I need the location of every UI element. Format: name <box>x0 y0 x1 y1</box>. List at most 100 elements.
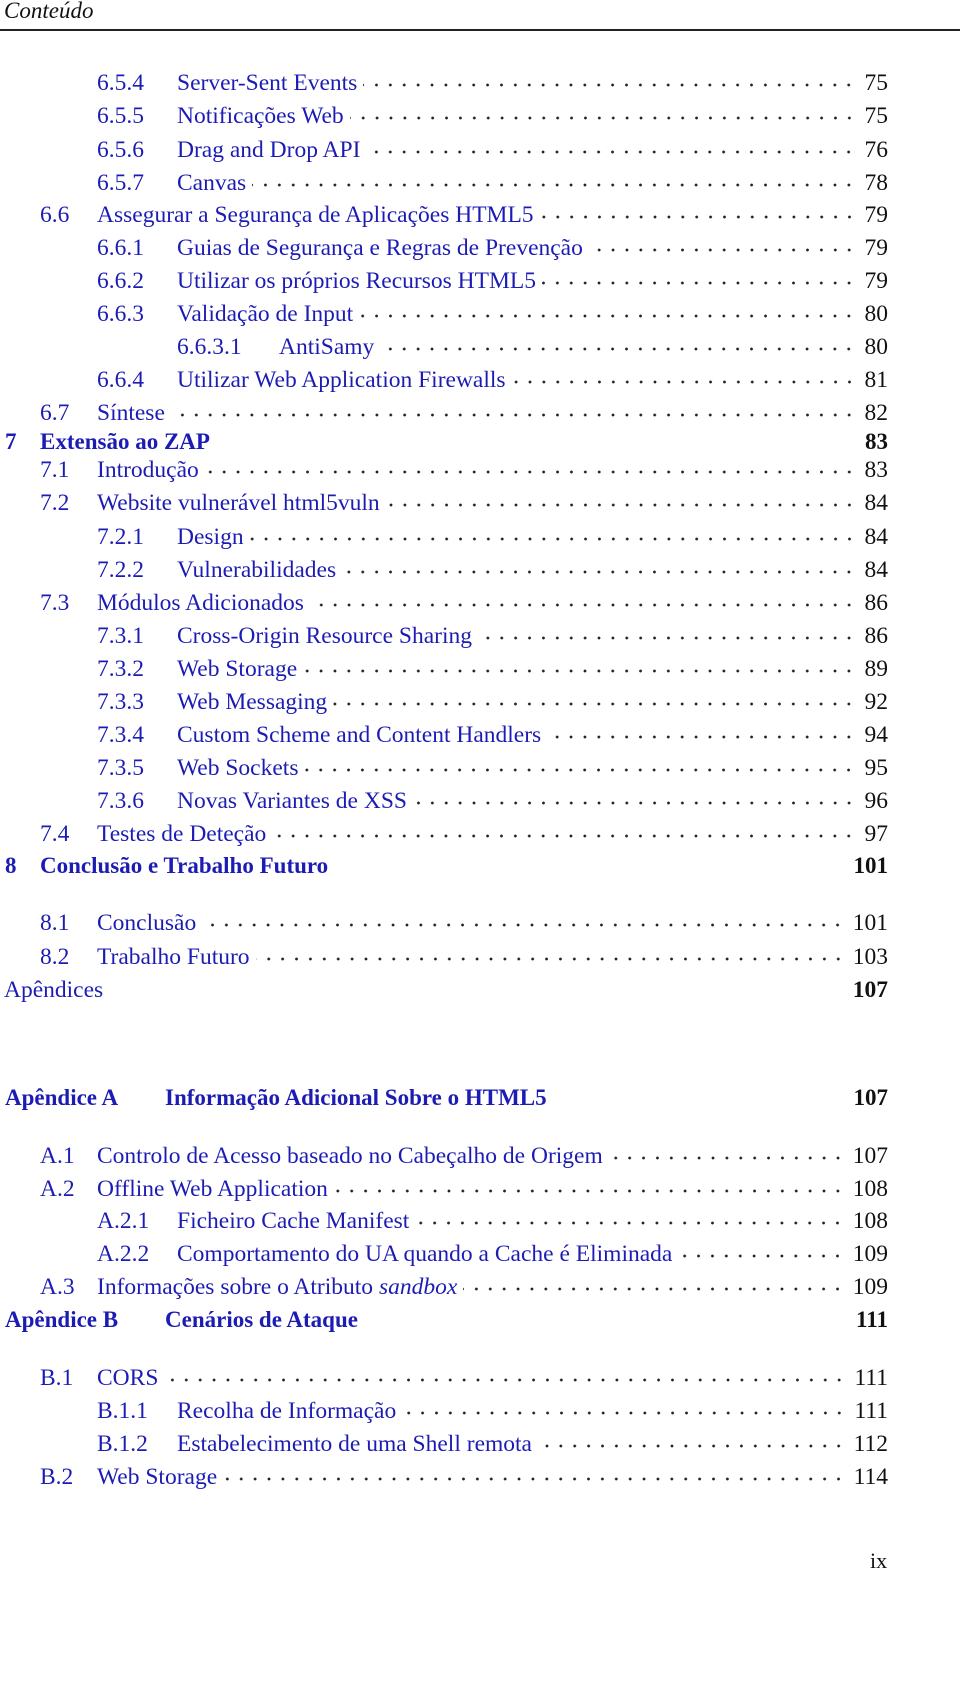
section-number: 6.7 <box>40 400 70 426</box>
section-number: A.2.2 <box>97 1241 150 1267</box>
toc-entry[interactable]: A.1 Controlo de Acesso baseado no Cabeçal… <box>0 1139 888 1169</box>
toc-entry[interactable]: 6.5.5 Notificações Web 75 <box>0 99 888 129</box>
dot-leader <box>333 685 856 709</box>
toc-entry[interactable]: 6.6.1 Guias de Segurança e Regras de Prev… <box>0 231 888 261</box>
section-number: A.3 <box>40 1274 75 1300</box>
section-title-text: Módulos Adicionados <box>97 590 304 616</box>
section-number: 6.5.4 <box>97 70 144 96</box>
toc-chapter-entry[interactable]: Apêndices 107 <box>0 973 888 1003</box>
section-number: Apêndice B <box>5 1307 119 1332</box>
section-title-text: Design <box>177 524 244 550</box>
section-title-text: Cenários de Ataque <box>165 1307 358 1332</box>
toc-entry[interactable]: 6.7 Síntese 82 <box>0 396 888 426</box>
page-reference: 111 <box>854 1398 888 1424</box>
section-title-text: AntiSamy <box>279 334 375 360</box>
section-title: Website vulnerável html5vuln <box>97 490 380 517</box>
toc-entry[interactable]: 7.3.5 Web Sockets 95 <box>0 751 888 781</box>
toc-chapter-entry[interactable]: Apêndice B Cenários de Ataque 111 <box>0 1303 888 1333</box>
toc-entry[interactable]: 7.4 Testes de Deteção 97 <box>0 817 888 847</box>
toc-entry[interactable]: 7.2 Website vulnerável html5vuln 84 <box>0 486 888 516</box>
dot-leader <box>333 1172 845 1196</box>
section-title: Validação de Input <box>177 301 353 328</box>
section-number: 6.6.4 <box>97 367 144 393</box>
toc-entry[interactable]: B.1 CORS 111 <box>0 1361 888 1391</box>
page-reference: 75 <box>864 70 889 96</box>
toc-entry[interactable]: 8.2 Trabalho Futuro 103 <box>0 940 888 970</box>
toc-entry[interactable]: A.2 Offline Web Application 108 <box>0 1172 888 1202</box>
section-title-text: Novas Variantes de XSS <box>177 788 407 814</box>
toc-entry[interactable]: 7.3.4 Custom Scheme and Content Handlers 9… <box>0 718 888 748</box>
section-title: Custom Scheme and Content Handlers <box>177 722 541 749</box>
toc-entry[interactable]: 8.1 Conclusão 101 <box>0 906 888 936</box>
page-reference: 103 <box>852 944 888 970</box>
section-title: Web Storage <box>97 1464 217 1491</box>
section-number: A.1 <box>40 1143 75 1169</box>
toc-entry[interactable]: 7.3.1 Cross-Origin Resource Sharing 86 <box>0 619 888 649</box>
dot-leader <box>342 553 856 577</box>
page-reference: 95 <box>864 755 889 781</box>
toc-entry[interactable]: B.2 Web Storage 114 <box>0 1460 888 1490</box>
section-title: Vulnerabilidades <box>177 557 336 584</box>
page-reference: 84 <box>864 524 889 550</box>
section-title-text: Ficheiro Cache Manifest <box>177 1208 410 1234</box>
section-number: A.2.1 <box>97 1208 150 1234</box>
page-reference: 83 <box>865 429 888 454</box>
dot-leader <box>272 817 856 841</box>
toc-entry[interactable]: 7.3.6 Novas Variantes de XSS 96 <box>0 784 888 814</box>
toc-entry[interactable]: 6.6.3 Validação de Input 80 <box>0 297 888 327</box>
toc-entry[interactable]: A.2.1 Ficheiro Cache Manifest 108 <box>0 1204 888 1234</box>
section-title-text: Custom Scheme and Content Handlers <box>177 722 542 748</box>
toc-entry[interactable]: 7.2.2 Vulnerabilidades 84 <box>0 553 888 583</box>
section-number: 7.3.2 <box>97 656 144 682</box>
dot-leader <box>402 1394 847 1418</box>
section-number: 6.6 <box>40 202 70 228</box>
toc-entry[interactable]: 7.3.2 Web Storage 89 <box>0 652 888 682</box>
toc-entry[interactable]: B.1.1 Recolha de Informação 111 <box>0 1394 888 1424</box>
page-reference: 79 <box>864 268 889 294</box>
toc-entry[interactable]: 6.6.3.1 AntiSamy 80 <box>0 330 888 360</box>
section-title-text: Conclusão <box>97 910 197 936</box>
toc-entry[interactable]: A.3 Informações sobre o Atributo sandbox 1… <box>0 1270 888 1300</box>
section-title-text: Conclusão e Trabalho Futuro <box>40 853 329 878</box>
toc-entry[interactable]: B.1.2 Estabelecimento de uma Shell remota… <box>0 1427 888 1457</box>
dot-leader <box>216 425 856 449</box>
dot-leader <box>349 99 856 123</box>
section-number: 8.1 <box>40 910 70 936</box>
toc-entry[interactable]: 6.6.4 Utilizar Web Application Firewalls 8… <box>0 363 888 393</box>
section-title-text: Server-Sent Events <box>177 70 358 96</box>
toc-chapter-entry[interactable]: Apêndice A Informação Adicional Sobre o H… <box>0 1081 888 1111</box>
section-title-text: Offline Web Application <box>97 1176 328 1202</box>
section-title-text: Validação de Input <box>177 301 354 327</box>
toc-entry[interactable]: A.2.2 Comportamento do UA quando a Cache … <box>0 1237 888 1267</box>
toc-entry[interactable]: 7.3.3 Web Messaging 92 <box>0 685 888 715</box>
section-title: Conclusão e Trabalho Futuro <box>40 853 328 879</box>
toc-entry[interactable]: 7.2.1 Design 84 <box>0 520 888 550</box>
toc-entry[interactable]: 7.1 Introdução 83 <box>0 453 888 483</box>
section-number: 6.5.6 <box>97 137 144 163</box>
section-title: Drag and Drop API <box>177 137 360 164</box>
page-reference: 109 <box>852 1241 888 1267</box>
section-number: 8.2 <box>40 944 70 970</box>
section-title: Módulos Adicionados <box>97 590 304 617</box>
dot-leader <box>170 396 856 420</box>
dot-leader <box>588 231 856 255</box>
dot-leader <box>334 849 845 873</box>
toc-entry[interactable]: 6.5.6 Drag and Drop API 76 <box>0 133 888 163</box>
section-number: Apêndice A <box>5 1085 119 1110</box>
toc-entry[interactable]: 7.3 Módulos Adicionados 86 <box>0 586 888 616</box>
page-reference: 107 <box>852 1143 888 1169</box>
toc-entry[interactable]: 6.6 Assegurar a Segurança de Aplicações H… <box>0 198 888 228</box>
toc-entry[interactable]: 6.5.7 Canvas 78 <box>0 166 888 196</box>
dot-leader <box>412 784 856 808</box>
toc-entry[interactable]: 6.6.2 Utilizar os próprios Recursos HTML5… <box>0 264 888 294</box>
page-reference: 96 <box>864 788 889 814</box>
section-number: 7.3.3 <box>97 689 144 715</box>
dot-leader <box>547 718 856 742</box>
toc-chapter-entry[interactable]: 8 Conclusão e Trabalho Futuro 101 <box>0 849 888 879</box>
page-reference: 80 <box>864 301 889 327</box>
section-title: Cenários de Ataque <box>165 1307 358 1333</box>
toc-entry[interactable]: 6.5.4 Server-Sent Events 75 <box>0 66 888 96</box>
section-title: Recolha de Informação <box>177 1398 396 1425</box>
toc-chapter-entry[interactable]: 7 Extensão ao ZAP 83 <box>0 425 888 455</box>
section-title: Server-Sent Events <box>177 70 357 97</box>
